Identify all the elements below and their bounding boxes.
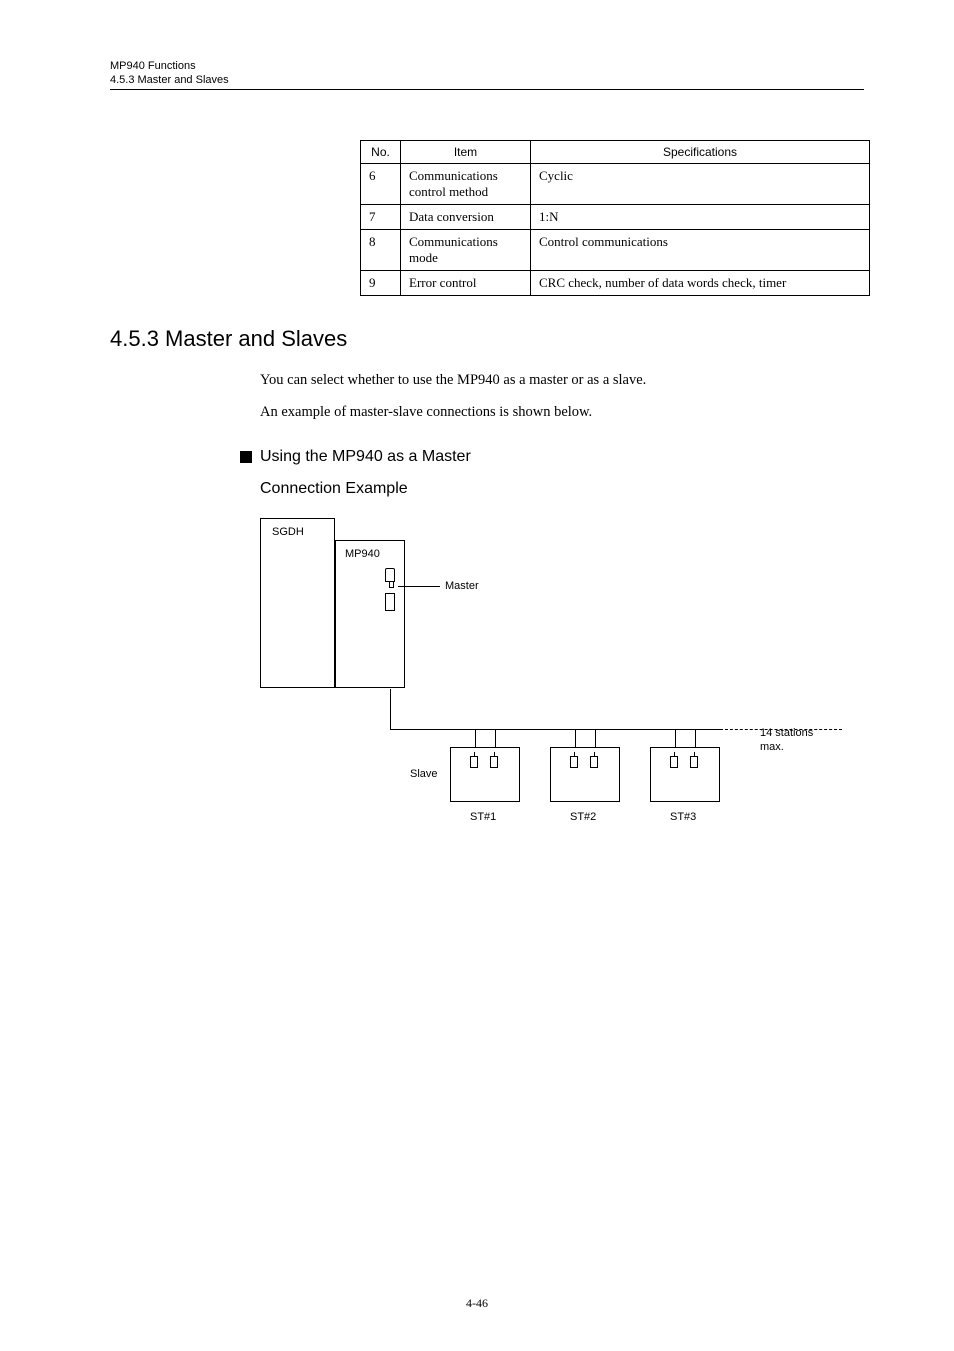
port-icon bbox=[570, 756, 578, 768]
slave-box-3 bbox=[650, 747, 720, 802]
section-heading: 4.5.3 Master and Slaves bbox=[110, 326, 864, 352]
running-head-subtitle: 4.5.3 Master and Slaves bbox=[110, 74, 864, 86]
port-icon bbox=[470, 756, 478, 768]
sub-heading: Using the MP940 as a Master bbox=[240, 448, 864, 466]
connector-line bbox=[695, 729, 696, 747]
slave-box-2 bbox=[550, 747, 620, 802]
spec-table: No. Item Specifications 6 Communications… bbox=[360, 140, 870, 296]
port-icon bbox=[690, 756, 698, 768]
mp940-box bbox=[335, 540, 405, 688]
th-no: No. bbox=[361, 141, 401, 164]
connector-line bbox=[475, 729, 476, 747]
header-rule bbox=[110, 89, 864, 90]
running-head-title: MP940 Functions bbox=[110, 60, 864, 72]
paragraph-1: You can select whether to use the MP940 … bbox=[260, 370, 864, 392]
table-row: 7 Data conversion 1:N bbox=[361, 205, 870, 230]
master-label: Master bbox=[445, 580, 479, 592]
slave-label: Slave bbox=[410, 768, 438, 780]
cell-no: 7 bbox=[361, 205, 401, 230]
table-row: 6 Communications control method Cyclic bbox=[361, 164, 870, 205]
port-icon bbox=[385, 568, 395, 582]
sub-heading-text: Using the MP940 as a Master bbox=[260, 448, 471, 466]
station-2-label: ST#2 bbox=[570, 811, 596, 823]
paragraph-2: An example of master-slave connections i… bbox=[260, 402, 864, 424]
slave-box-1 bbox=[450, 747, 520, 802]
cell-spec: CRC check, number of data words check, t… bbox=[531, 271, 870, 296]
cell-spec: Control communications bbox=[531, 230, 870, 271]
port-icon bbox=[670, 756, 678, 768]
connector-line bbox=[595, 729, 596, 747]
connector-line bbox=[390, 729, 720, 730]
table-header-row: No. Item Specifications bbox=[361, 141, 870, 164]
cell-item: Communications control method bbox=[401, 164, 531, 205]
cell-no: 9 bbox=[361, 271, 401, 296]
sgdh-label: SGDH bbox=[272, 526, 304, 538]
connection-diagram: SGDH MP940 Master Slave ST#1 ST#2 ST#3 1… bbox=[260, 518, 860, 838]
port-icon bbox=[385, 593, 395, 611]
cell-item: Communications mode bbox=[401, 230, 531, 271]
stations-note: 14 stationsmax. bbox=[760, 726, 813, 755]
table-row: 9 Error control CRC check, number of dat… bbox=[361, 271, 870, 296]
cell-no: 6 bbox=[361, 164, 401, 205]
cell-spec: 1:N bbox=[531, 205, 870, 230]
mp940-label: MP940 bbox=[345, 548, 380, 560]
connector-line bbox=[675, 729, 676, 747]
connector-line bbox=[495, 729, 496, 747]
cell-item: Data conversion bbox=[401, 205, 531, 230]
cell-no: 8 bbox=[361, 230, 401, 271]
th-spec: Specifications bbox=[531, 141, 870, 164]
port-icon bbox=[490, 756, 498, 768]
connector-line bbox=[575, 729, 576, 747]
cell-item: Error control bbox=[401, 271, 531, 296]
station-3-label: ST#3 bbox=[670, 811, 696, 823]
station-1-label: ST#1 bbox=[470, 811, 496, 823]
sgdh-box bbox=[260, 518, 335, 688]
port-icon bbox=[590, 756, 598, 768]
connector-line bbox=[390, 689, 391, 729]
square-bullet-icon bbox=[240, 451, 252, 463]
table-row: 8 Communications mode Control communicat… bbox=[361, 230, 870, 271]
cell-spec: Cyclic bbox=[531, 164, 870, 205]
connector-line bbox=[398, 586, 440, 587]
page-number: 4-46 bbox=[0, 1296, 954, 1311]
subsub-heading: Connection Example bbox=[260, 480, 864, 498]
th-item: Item bbox=[401, 141, 531, 164]
